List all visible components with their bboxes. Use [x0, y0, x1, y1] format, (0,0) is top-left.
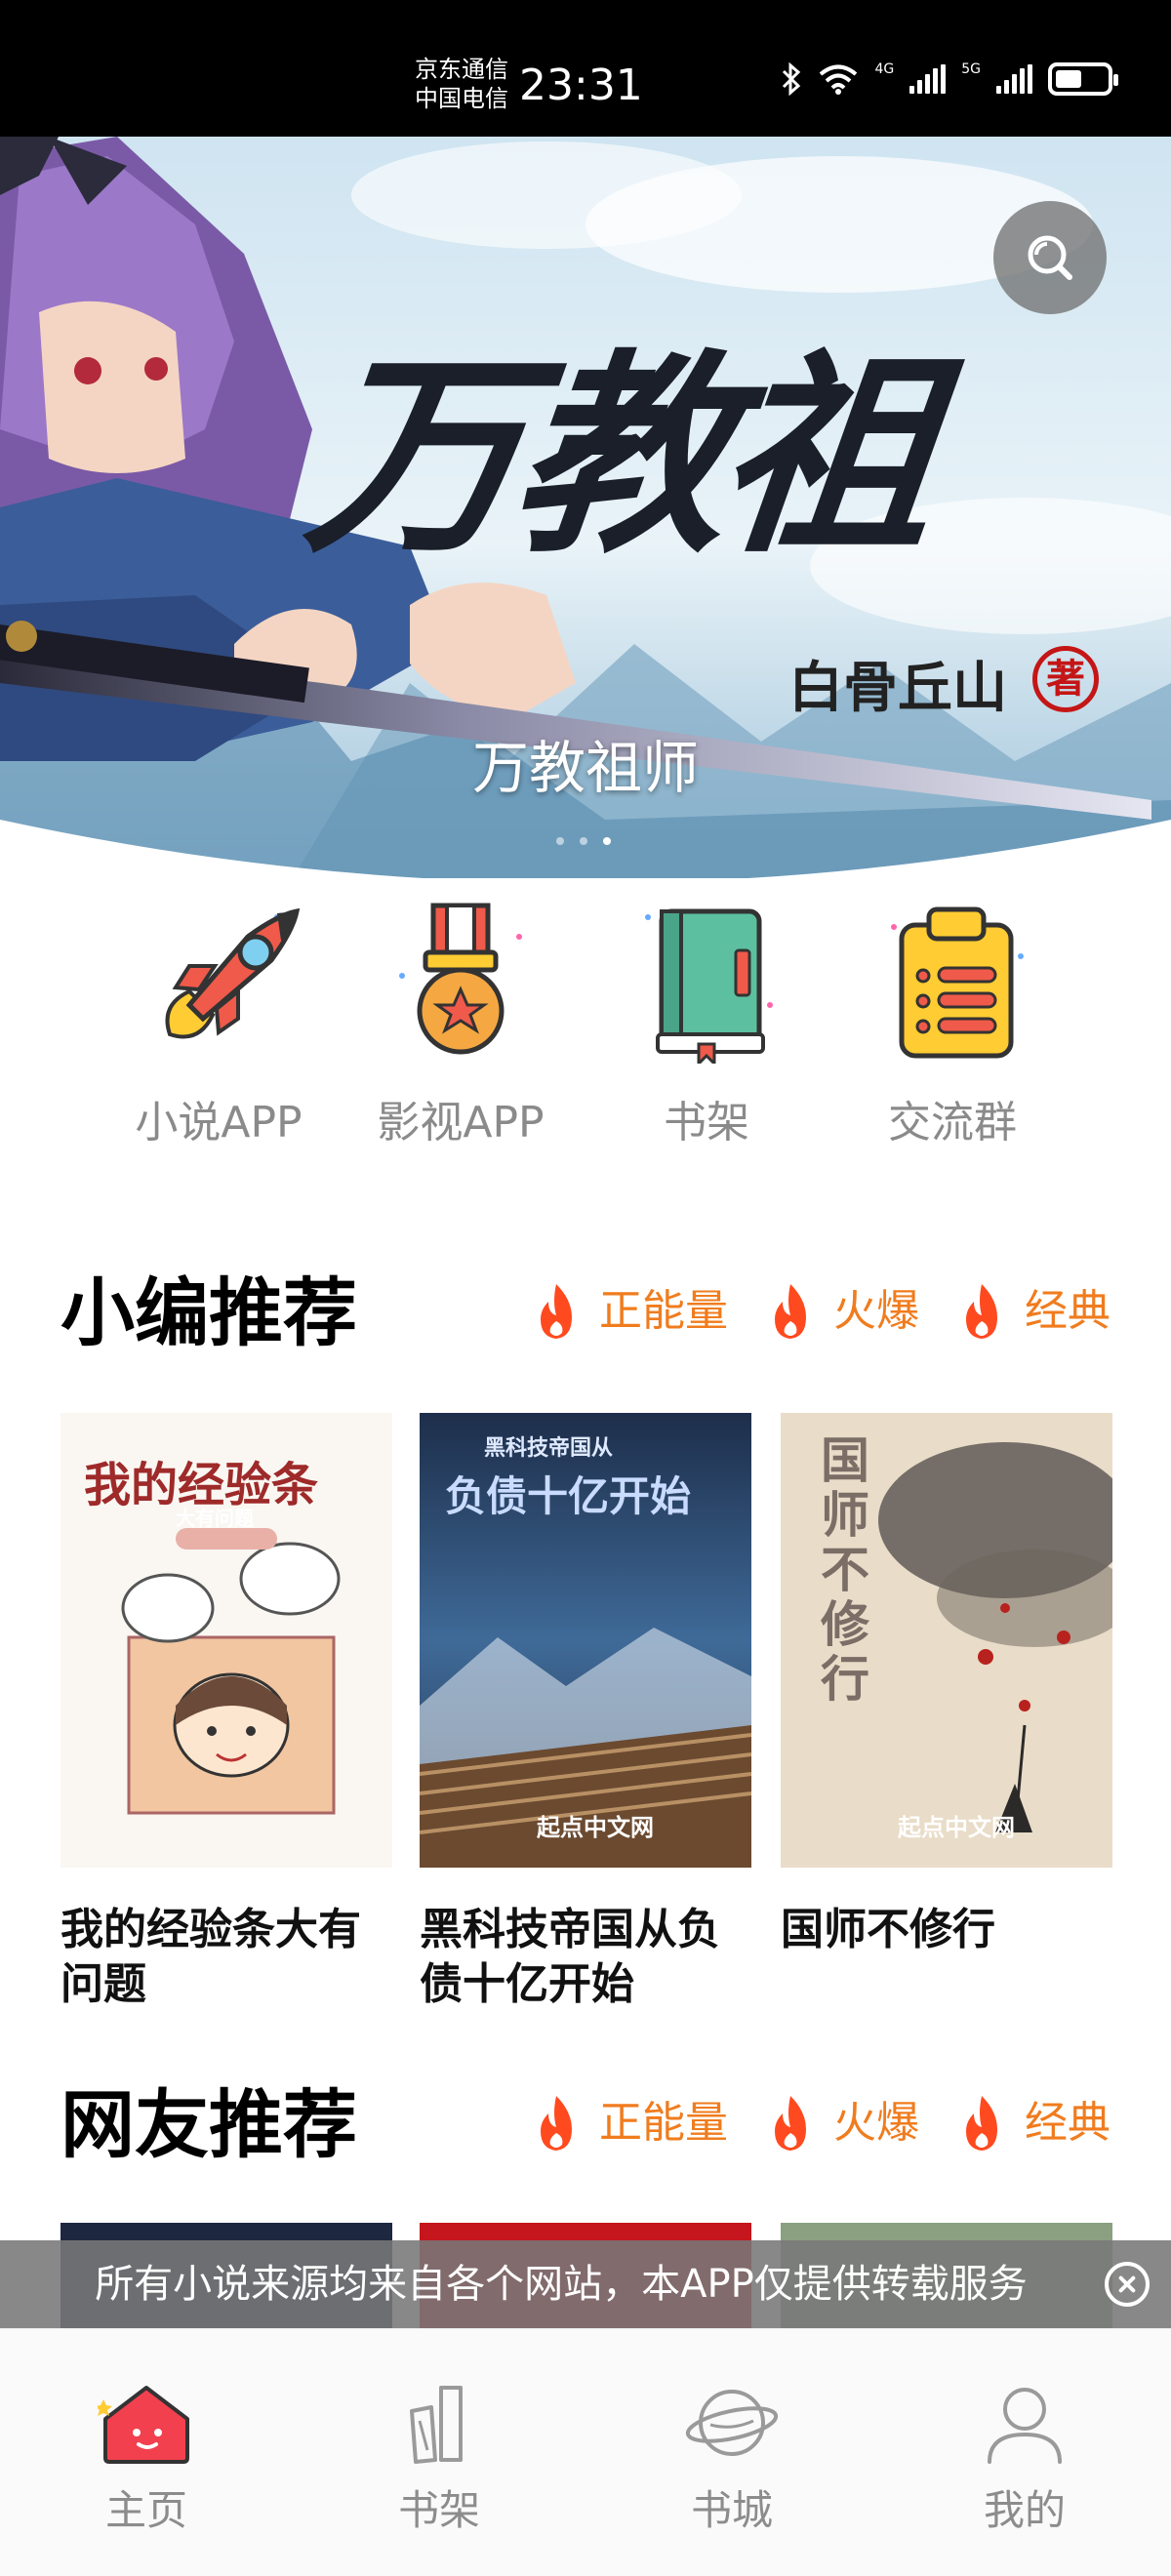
- flame-icon: [541, 2096, 572, 2151]
- book-cover-brand: 起点中文网: [537, 1814, 654, 1841]
- banner-artwork-title: 万教祖: [297, 329, 939, 582]
- book-cover-subtitle: 大有问题: [176, 1507, 254, 1530]
- book-title: 国师不修行: [781, 1905, 995, 1954]
- nav-label: 书架: [397, 2486, 480, 2534]
- quick-entry-video-app[interactable]: 影视APP: [353, 898, 568, 1149]
- signal-bars-2-icon: [996, 64, 1032, 94]
- planet-icon: [685, 2390, 779, 2456]
- battery-icon: [1048, 62, 1118, 96]
- nav-label: 主页: [104, 2486, 187, 2534]
- medal-icon: [399, 903, 522, 1055]
- tag-hot[interactable]: 火爆: [767, 1282, 919, 1341]
- book-cover: 国师不修行 起点中文网: [781, 1413, 1112, 1868]
- tag-label: 经典: [1025, 1286, 1110, 1336]
- book-cover: 我的经验条 大有问题: [61, 1413, 392, 1868]
- tag-hot[interactable]: 火爆: [767, 2094, 919, 2153]
- bookshelf-icon: [410, 2386, 463, 2464]
- quick-entry-row: 小说APP 影视APP 书架 交流群: [0, 898, 1171, 1190]
- nav-label: 我的: [983, 2486, 1066, 2534]
- flame-icon: [541, 1284, 572, 1339]
- carrier-1: 京东通信: [415, 56, 508, 83]
- flame-icon: [966, 2096, 997, 2151]
- tag-label: 正能量: [599, 1286, 728, 1336]
- tag-label: 火爆: [833, 2098, 919, 2148]
- section-title: 网友推荐: [61, 2081, 357, 2168]
- quick-entry-label: 小说APP: [135, 1098, 303, 1147]
- tag-classic[interactable]: 经典: [958, 2094, 1110, 2153]
- carousel-indicator: [556, 837, 611, 845]
- wifi-icon: [820, 64, 858, 95]
- search-icon: [1028, 235, 1072, 280]
- network-type-2: 5G: [961, 61, 981, 77]
- book-cover-brand: 起点中文网: [898, 1814, 1015, 1841]
- tag-positive-energy[interactable]: 正能量: [533, 2094, 728, 2153]
- carousel-dot: [580, 837, 587, 845]
- quick-entry-label: 书架: [664, 1098, 749, 1147]
- quick-entry-label: 影视APP: [377, 1098, 545, 1147]
- rocket-icon: [165, 907, 301, 1039]
- section-tags: 正能量 火爆 经典: [533, 1282, 1110, 1341]
- carrier-2: 中国电信: [415, 85, 508, 112]
- user-icon: [988, 2388, 1062, 2464]
- status-icons: 4G 5G: [781, 61, 1118, 96]
- flame-icon: [775, 1284, 806, 1339]
- quick-entry-bookshelf[interactable]: 书架: [599, 898, 814, 1149]
- status-bar: 京东通信 中国电信 23:31 4G 5G: [0, 0, 1171, 137]
- carrier-names: 京东通信 中国电信: [415, 55, 508, 113]
- nav-bookstore[interactable]: 书城: [615, 2329, 849, 2537]
- home-icon: [98, 2386, 189, 2464]
- carousel-dot-active: [603, 837, 611, 845]
- nav-label: 书城: [690, 2486, 773, 2534]
- tag-label: 火爆: [833, 1286, 919, 1336]
- book-cover-title: 国师不修行: [813, 1434, 870, 1708]
- tag-label: 正能量: [599, 2098, 728, 2148]
- search-button[interactable]: [993, 201, 1107, 314]
- quick-entry-chat-group[interactable]: 交流群: [845, 898, 1060, 1149]
- book-card[interactable]: 我的经验条 大有问题 我的经验条大有问题: [61, 1413, 392, 2012]
- clock: 23:31: [519, 60, 643, 110]
- tag-label: 经典: [1025, 2098, 1110, 2148]
- bluetooth-icon: [783, 62, 801, 96]
- network-type-1: 4G: [874, 61, 895, 77]
- section-title: 小编推荐: [61, 1269, 357, 1356]
- disclaimer-banner: 所有小说来源均来自各个网站，本APP仅提供转载服务: [0, 2240, 1171, 2328]
- banner-caption: 万教祖师: [471, 735, 699, 801]
- quick-entry-label: 交流群: [888, 1098, 1017, 1147]
- book-card[interactable]: 黑科技帝国从 负债十亿开始 起点中文网 黑科技帝国从负债十亿开始: [420, 1413, 751, 2012]
- banner-artwork-seal: 著: [1032, 646, 1099, 712]
- tag-positive-energy[interactable]: 正能量: [533, 1282, 728, 1341]
- section-tags: 正能量 火爆 经典: [533, 2094, 1110, 2153]
- book-cover-top: 黑科技帝国从: [484, 1435, 614, 1461]
- banner-artwork-author: 白骨丘山: [788, 656, 1007, 720]
- book-title: 我的经验条大有问题: [61, 1905, 361, 2009]
- book-card[interactable]: 国师不修行 起点中文网 国师不修行: [781, 1413, 1112, 1957]
- nav-bookshelf[interactable]: 书架: [322, 2329, 556, 2537]
- notebook-icon: [645, 908, 773, 1064]
- flame-icon: [966, 1284, 997, 1339]
- disclaimer-text: 所有小说来源均来自各个网站，本APP仅提供转载服务: [95, 2262, 1028, 2307]
- book-title: 黑科技帝国从负债十亿开始: [420, 1905, 720, 2009]
- signal-bars-1-icon: [909, 64, 947, 94]
- flame-icon: [775, 2096, 806, 2151]
- book-cover-title: 负债十亿开始: [445, 1472, 692, 1520]
- quick-entry-novel-app[interactable]: 小说APP: [111, 898, 326, 1149]
- tag-classic[interactable]: 经典: [958, 1282, 1110, 1341]
- nav-home[interactable]: 主页: [29, 2329, 263, 2537]
- carousel-dot: [556, 837, 564, 845]
- nav-profile[interactable]: 我的: [908, 2329, 1142, 2537]
- book-cover: 黑科技帝国从 负债十亿开始 起点中文网: [420, 1413, 751, 1868]
- clipboard-icon: [891, 906, 1024, 1059]
- editor-picks-header: 小编推荐 正能量 火爆 经典: [0, 1265, 1171, 1362]
- bottom-navigation: 主页 书架 书城 我的: [0, 2328, 1171, 2576]
- close-icon[interactable]: [1105, 2262, 1150, 2307]
- user-picks-header: 网友推荐 正能量 火爆 经典: [0, 2076, 1171, 2174]
